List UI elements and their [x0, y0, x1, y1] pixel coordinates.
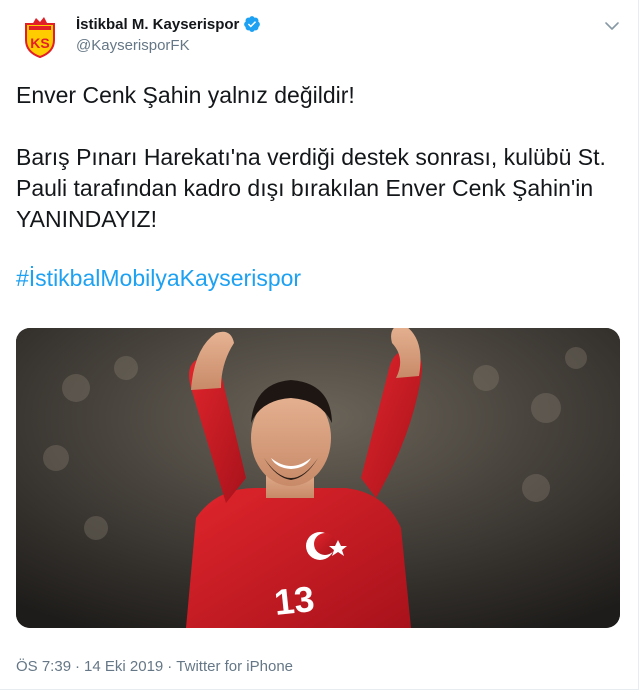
- tweet-date[interactable]: 14 Eki 2019: [84, 658, 163, 675]
- player-celebration-image: 13: [16, 328, 620, 628]
- tweet-photo[interactable]: 13: [16, 328, 620, 628]
- tweet-line-headline: Enver Cenk Şahin yalnız değildir!: [16, 82, 355, 108]
- verified-badge-icon: [244, 16, 261, 32]
- tweet-line-body: Barış Pınarı Harekatı'na verdiği destek …: [16, 144, 606, 232]
- tweet-text: Enver Cenk Şahin yalnız değildir! Barış …: [16, 80, 616, 294]
- tweet-time[interactable]: ÖS 7:39: [16, 658, 71, 675]
- jersey-number: 13: [272, 578, 316, 623]
- tweet-metadata: ÖS 7:39 · 14 Eki 2019 · Twitter for iPho…: [16, 658, 293, 675]
- display-name[interactable]: İstikbal M. Kayserispor: [76, 16, 239, 33]
- kayserispor-logo-icon: KS: [25, 17, 55, 59]
- tweet-header: İstikbal M. Kayserispor @KayserisporFK: [76, 14, 261, 54]
- tweet-source[interactable]: Twitter for iPhone: [176, 658, 293, 675]
- name-row: İstikbal M. Kayserispor: [76, 14, 261, 34]
- avatar-letters: KS: [30, 35, 49, 51]
- meta-separator: ·: [167, 658, 173, 675]
- chevron-down-icon[interactable]: [604, 18, 620, 34]
- meta-separator: ·: [75, 658, 81, 675]
- profile-avatar[interactable]: KS: [16, 12, 64, 60]
- hashtag-link[interactable]: #İstikbalMobilyaKayserispor: [16, 265, 301, 291]
- account-handle[interactable]: @KayserisporFK: [76, 37, 261, 54]
